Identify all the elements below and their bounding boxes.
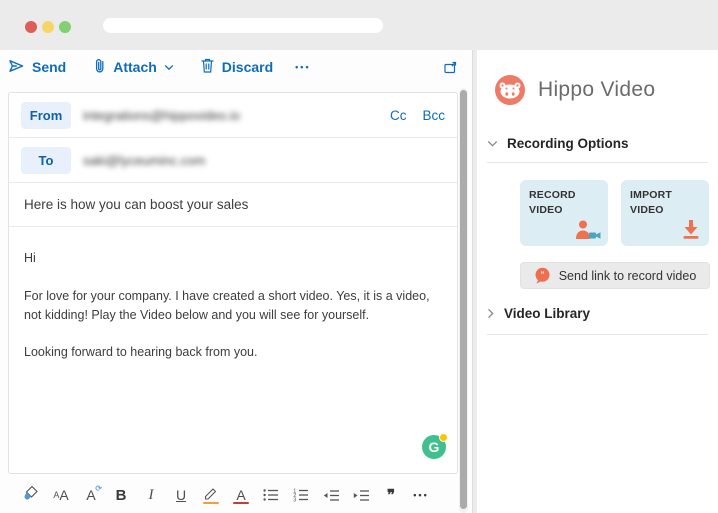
app-window: Send Attach Discard ••• xyxy=(0,50,718,513)
to-chip-button[interactable]: To xyxy=(21,147,71,174)
italic-button[interactable]: I xyxy=(136,482,166,508)
recording-options-label: Recording Options xyxy=(507,136,629,151)
text-effects-button[interactable]: A ⟳ xyxy=(76,482,106,508)
grammarly-notification-dot xyxy=(439,433,448,442)
grammarly-badge[interactable]: G xyxy=(422,435,446,459)
send-label: Send xyxy=(32,59,66,75)
more-formatting-button[interactable]: ••• xyxy=(406,482,436,508)
send-icon xyxy=(8,58,25,77)
address-bar[interactable] xyxy=(103,18,383,33)
to-address-value[interactable]: saki@lyceuminc.com xyxy=(83,153,205,168)
bcc-link[interactable]: Bcc xyxy=(422,108,445,123)
format-painter-button[interactable] xyxy=(16,482,46,508)
attach-label: Attach xyxy=(113,59,157,75)
to-field-row: To saki@lyceuminc.com xyxy=(9,138,457,183)
compose-card: From integrations@hippovideo.io Cc Bcc T… xyxy=(8,92,458,474)
vertical-scrollbar[interactable] xyxy=(459,88,468,513)
underline-button[interactable]: U xyxy=(166,482,196,508)
maximize-window-button[interactable] xyxy=(59,21,71,33)
font-color-icon: A xyxy=(236,487,245,503)
body-paragraph: For love for your company. I have create… xyxy=(24,287,441,325)
hippo-video-logo-icon xyxy=(495,75,525,105)
message-body-editor[interactable]: Hi For love for your company. I have cre… xyxy=(9,227,457,473)
close-window-button[interactable] xyxy=(25,21,37,33)
bold-button[interactable]: B xyxy=(106,482,136,508)
chevron-down-icon xyxy=(164,64,174,71)
hippo-video-addin-panel: Hippo Video Recording Options RECORD VID… xyxy=(477,50,718,513)
cc-link[interactable]: Cc xyxy=(390,108,407,123)
body-closing: Looking forward to hearing back from you… xyxy=(24,343,441,362)
speech-bubble-icon: ” xyxy=(534,267,551,284)
numbering-button[interactable]: 123 xyxy=(286,482,316,508)
trash-icon xyxy=(200,57,215,77)
section-divider xyxy=(487,162,708,163)
bulleted-list-icon xyxy=(262,487,280,503)
send-button[interactable]: Send xyxy=(8,58,66,77)
decrease-indent-icon xyxy=(322,488,341,503)
highlight-color-bar xyxy=(203,502,219,505)
svg-text:3: 3 xyxy=(293,498,296,504)
browser-title-bar xyxy=(0,0,718,50)
minimize-window-button[interactable] xyxy=(42,21,54,33)
addin-header: Hippo Video xyxy=(495,75,655,105)
formatting-toolbar: AA A ⟳ B I U A 123 xyxy=(0,477,458,513)
video-library-label: Video Library xyxy=(504,306,590,321)
import-video-label: IMPORT VIDEO xyxy=(630,188,685,218)
bullets-button[interactable] xyxy=(256,482,286,508)
section-divider xyxy=(487,334,708,335)
subject-field[interactable]: Here is how you can boost your sales xyxy=(9,183,457,227)
from-chip-button[interactable]: From xyxy=(21,102,71,129)
discard-label: Discard xyxy=(222,59,273,75)
record-video-icon xyxy=(574,219,601,240)
email-compose-panel: Send Attach Discard ••• xyxy=(0,50,472,513)
font-color-bar xyxy=(233,502,249,505)
recording-options-cards: RECORD VIDEO IMPORT VIDEO xyxy=(520,180,709,246)
from-field-row: From integrations@hippovideo.io Cc Bcc xyxy=(9,93,457,138)
record-video-label: RECORD VIDEO xyxy=(529,188,584,218)
more-commands-button[interactable]: ••• xyxy=(295,62,310,72)
send-link-to-record-button[interactable]: ” Send link to record video xyxy=(520,262,710,289)
addin-title: Hippo Video xyxy=(538,78,655,102)
chevron-right-icon xyxy=(487,308,495,319)
attach-button[interactable]: Attach xyxy=(92,57,174,77)
text-effects-icon: A xyxy=(86,487,95,503)
numbered-list-icon: 123 xyxy=(292,487,310,503)
format-painter-icon xyxy=(22,484,40,507)
discard-button[interactable]: Discard xyxy=(200,57,273,77)
highlight-button[interactable] xyxy=(196,482,226,508)
body-greeting: Hi xyxy=(24,249,441,268)
font-button[interactable]: AA xyxy=(46,482,76,508)
scrollbar-thumb[interactable] xyxy=(460,90,467,509)
from-address-value[interactable]: integrations@hippovideo.io xyxy=(83,108,240,123)
paperclip-icon xyxy=(92,57,106,77)
refresh-arrows-icon: ⟳ xyxy=(95,484,102,493)
open-in-new-window-icon[interactable] xyxy=(443,60,458,75)
quote-button[interactable]: ❞ xyxy=(376,482,406,508)
import-video-button[interactable]: IMPORT VIDEO xyxy=(621,180,709,246)
send-link-label: Send link to record video xyxy=(559,269,697,283)
compose-toolbar: Send Attach Discard ••• xyxy=(0,54,458,80)
svg-text:”: ” xyxy=(540,271,544,280)
record-video-button[interactable]: RECORD VIDEO xyxy=(520,180,608,246)
indent-button[interactable] xyxy=(346,482,376,508)
recording-options-section-header[interactable]: Recording Options xyxy=(487,136,629,151)
download-icon xyxy=(680,218,702,240)
increase-indent-icon xyxy=(352,488,371,503)
outdent-button[interactable] xyxy=(316,482,346,508)
chevron-down-icon xyxy=(487,140,498,148)
video-library-section-header[interactable]: Video Library xyxy=(487,306,590,321)
font-color-button[interactable]: A xyxy=(226,482,256,508)
